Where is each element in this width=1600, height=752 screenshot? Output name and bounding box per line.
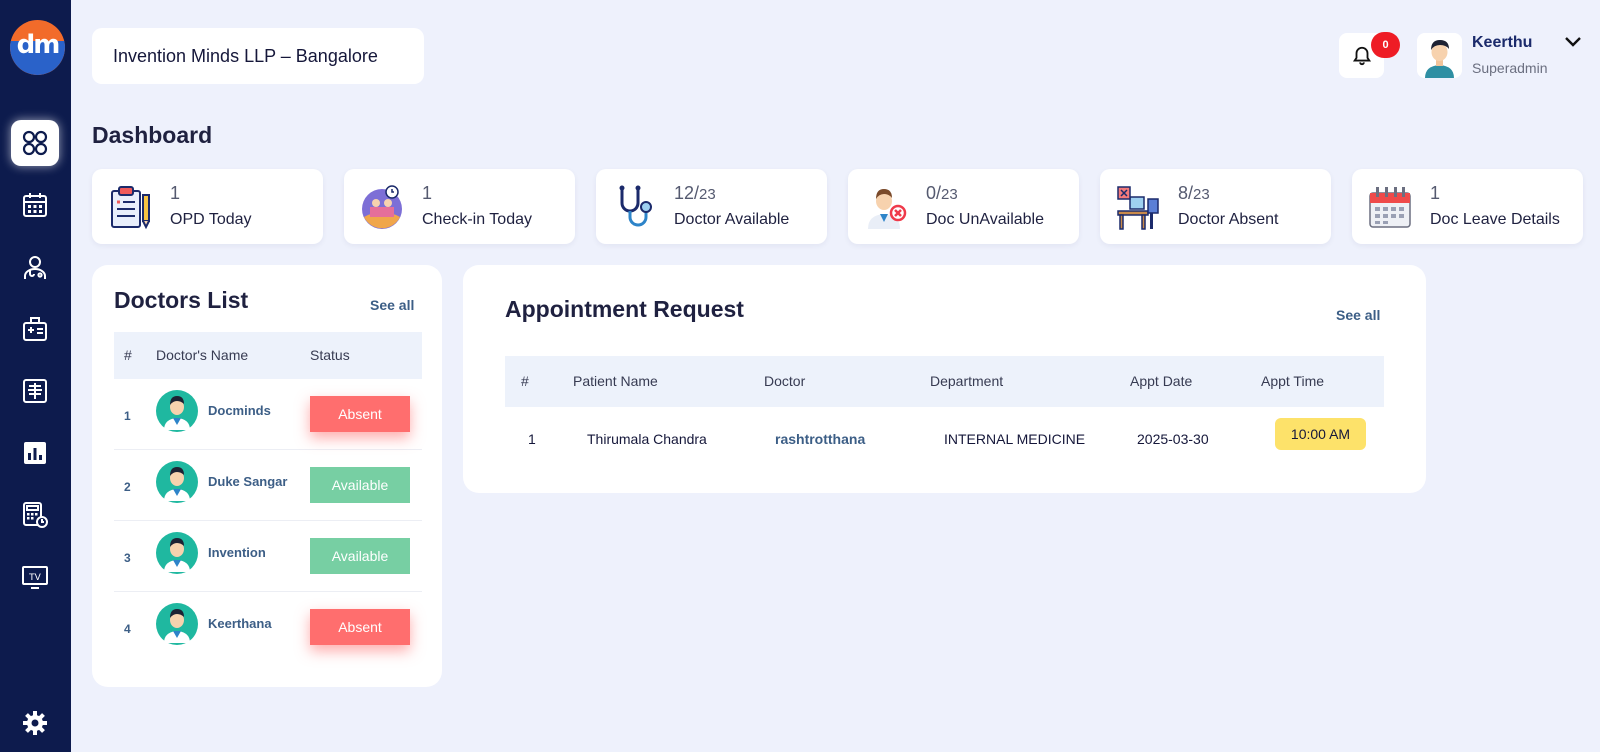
appt-date: 2025-03-30 [1137,431,1209,447]
stethoscope-icon [619,185,652,227]
column-header: Appt Time [1261,373,1325,389]
row-number: 3 [124,551,131,565]
logo-text: dm [16,30,61,60]
stat-value: 1 [170,183,181,203]
billing-clock-icon[interactable] [11,492,59,538]
row-number: 2 [124,480,131,494]
company-name: Invention Minds LLP – Bangalore [113,45,378,66]
stat-card-doc-leave-details[interactable]: 1 Doc Leave Details [1352,169,1583,244]
row-number: 1 [528,431,536,447]
status-badge[interactable]: Available [310,467,410,503]
status-badge[interactable]: Absent [310,609,410,645]
svg-text:TV: TV [28,573,41,583]
column-header: Doctor [764,373,806,389]
appointments-see-all-link[interactable]: See all [1336,307,1380,323]
stat-label: Doc UnAvailable [926,211,1044,228]
stat-card-opd-today[interactable]: 1 OPD Today [92,169,323,244]
doctor-avatar [156,390,198,432]
notification-count-badge: 0 [1371,32,1400,58]
stat-label: Doc Leave Details [1430,211,1560,228]
appointments-table-header: # Patient Name Doctor Department Appt Da… [505,356,1384,407]
stat-label: Check-in Today [422,211,532,228]
doctor-icon[interactable] [11,244,59,290]
doctor-avatar [156,532,198,574]
column-header: # [521,373,529,389]
doctor-name[interactable]: Duke Sangar [208,474,287,489]
status-badge[interactable]: Available [310,538,410,574]
doctor-name[interactable]: Keerthana [208,616,272,631]
table-row[interactable]: 3 Invention Available [114,521,422,592]
stat-card-doc-unavailable[interactable]: 0/23 Doc UnAvailable [848,169,1079,244]
table-row[interactable]: 4 Keerthana Absent [114,592,422,663]
row-number: 4 [124,622,131,636]
bell-icon [1352,46,1371,65]
stat-card-doctor-available[interactable]: 12/23 Doctor Available [596,169,827,244]
column-header: Patient Name [573,373,658,389]
column-header: Appt Date [1130,373,1193,389]
dashboard-icon[interactable] [11,120,59,166]
user-role: Superadmin [1472,60,1548,76]
app-logo[interactable]: dm [10,20,65,75]
xray-icon[interactable] [11,368,59,414]
checkin-icon [362,185,402,229]
table-row[interactable]: 1 Docminds Absent [114,379,422,450]
appointment-request-panel: Appointment Request See all # Patient Na… [463,265,1426,493]
clipboard-icon [111,186,150,230]
column-header: # [124,347,132,363]
stat-value: 0/23 [926,183,958,203]
stat-value: 1 [422,183,433,203]
patient-name: Thirumala Chandra [587,431,707,447]
appt-time-badge: 10:00 AM [1275,418,1366,450]
tv-icon[interactable]: TV [11,554,59,600]
empty-desk-icon [1117,186,1159,230]
doctors-table-header: # Doctor's Name Status [114,332,422,379]
appointment-request-title: Appointment Request [505,296,744,322]
stat-label: OPD Today [170,211,252,228]
doctors-see-all-link[interactable]: See all [370,297,414,313]
stat-label: Doctor Available [674,211,790,228]
doctor-name[interactable]: Invention [208,545,266,560]
doctor-unavailable-icon [868,189,907,229]
user-name: Keerthu [1472,34,1533,51]
table-row[interactable]: 1 Thirumala Chandra rashtrotthana INTERN… [505,407,1384,473]
sidebar: dm TV [0,0,71,752]
stat-label: Doctor Absent [1178,211,1279,228]
doctors-list-title: Doctors List [114,287,249,313]
stat-card-doctor-absent[interactable]: 8/23 Doctor Absent [1100,169,1331,244]
status-badge[interactable]: Absent [310,396,410,432]
column-header: Status [310,347,350,363]
row-number: 1 [124,409,131,423]
medical-id-icon[interactable] [11,306,59,352]
stat-card-checkin-today[interactable]: 1 Check-in Today [344,169,575,244]
stat-value: 1 [1430,183,1441,203]
doctor-name-link[interactable]: rashtrotthana [775,431,865,447]
calendar-icon[interactable] [11,182,59,228]
doctor-avatar [156,603,198,645]
bar-chart-icon[interactable] [11,430,59,476]
stat-value: 12/23 [674,183,716,203]
department: INTERNAL MEDICINE [944,431,1086,447]
column-header: Department [930,373,1004,389]
chevron-down-icon[interactable] [1563,32,1583,52]
company-selector[interactable]: Invention Minds LLP – Bangalore [92,28,424,84]
user-avatar[interactable] [1417,33,1462,78]
table-row[interactable]: 2 Duke Sangar Available [114,450,422,521]
doctor-avatar [156,461,198,503]
doctor-name[interactable]: Docminds [208,403,271,418]
stat-value: 8/23 [1178,183,1210,203]
page-title: Dashboard [92,122,213,148]
settings-icon[interactable] [11,700,59,746]
column-header: Doctor's Name [156,347,249,363]
calendar-leave-icon [1369,187,1411,228]
doctors-list-panel: Doctors List See all # Doctor's Name Sta… [92,265,442,687]
